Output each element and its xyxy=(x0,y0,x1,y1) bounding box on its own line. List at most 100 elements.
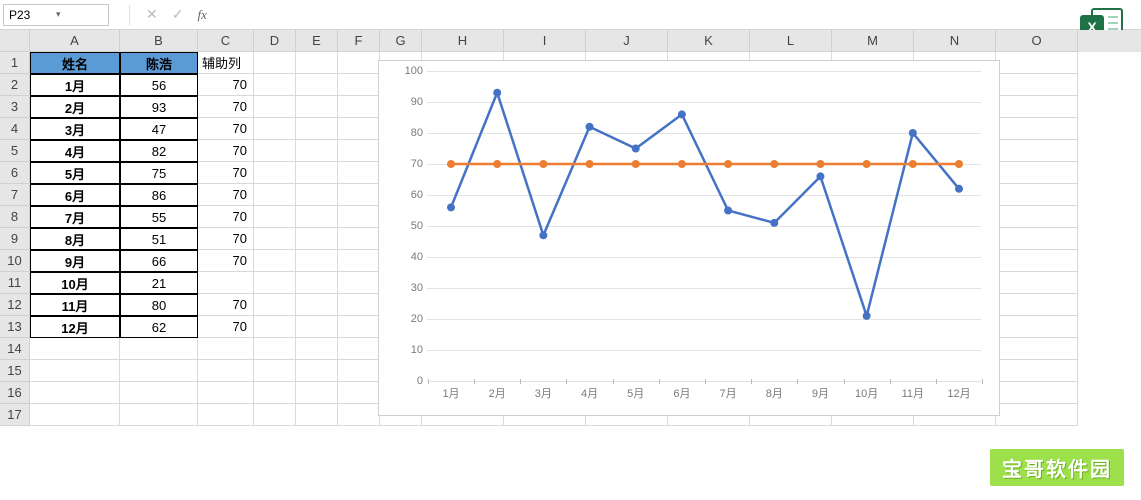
col-header[interactable]: O xyxy=(996,30,1078,52)
cell[interactable] xyxy=(338,162,380,184)
row-header[interactable]: 13 xyxy=(0,316,30,338)
cell[interactable] xyxy=(254,294,296,316)
cell[interactable]: 70 xyxy=(198,96,254,118)
cell[interactable]: 55 xyxy=(120,206,198,228)
cell[interactable] xyxy=(254,382,296,404)
cell[interactable] xyxy=(996,96,1078,118)
line-chart[interactable]: 01020304050607080901001月2月3月4月5月6月7月8月9月… xyxy=(378,60,1000,416)
cell[interactable] xyxy=(254,74,296,96)
cell[interactable] xyxy=(296,118,338,140)
cell[interactable] xyxy=(120,338,198,360)
cell[interactable]: 5月 xyxy=(30,162,120,184)
cell[interactable] xyxy=(338,404,380,426)
col-header[interactable]: H xyxy=(422,30,504,52)
cell[interactable] xyxy=(996,118,1078,140)
cell[interactable] xyxy=(338,74,380,96)
cell[interactable] xyxy=(30,382,120,404)
cell[interactable] xyxy=(30,404,120,426)
col-header[interactable]: E xyxy=(296,30,338,52)
cell[interactable]: 70 xyxy=(198,162,254,184)
cell[interactable]: 辅助列 xyxy=(198,52,254,74)
row-header[interactable]: 9 xyxy=(0,228,30,250)
cell[interactable] xyxy=(296,162,338,184)
cell[interactable] xyxy=(296,74,338,96)
name-box[interactable]: P23 ▾ xyxy=(3,4,109,26)
cell[interactable]: 70 xyxy=(198,118,254,140)
cell[interactable]: 70 xyxy=(198,316,254,338)
cell[interactable]: 6月 xyxy=(30,184,120,206)
cell[interactable] xyxy=(338,228,380,250)
cell[interactable] xyxy=(296,294,338,316)
cell[interactable] xyxy=(254,338,296,360)
cell[interactable] xyxy=(338,382,380,404)
cell[interactable] xyxy=(30,360,120,382)
cell[interactable]: 86 xyxy=(120,184,198,206)
cell[interactable]: 9月 xyxy=(30,250,120,272)
cell[interactable] xyxy=(254,52,296,74)
row-header[interactable]: 7 xyxy=(0,184,30,206)
cell[interactable]: 70 xyxy=(198,250,254,272)
col-header[interactable]: A xyxy=(30,30,120,52)
cell[interactable] xyxy=(296,52,338,74)
row-header[interactable]: 4 xyxy=(0,118,30,140)
cell[interactable]: 70 xyxy=(198,140,254,162)
cell[interactable] xyxy=(338,118,380,140)
col-header[interactable]: D xyxy=(254,30,296,52)
cell[interactable] xyxy=(996,272,1078,294)
cell[interactable] xyxy=(296,404,338,426)
cell[interactable] xyxy=(120,360,198,382)
row-header[interactable]: 12 xyxy=(0,294,30,316)
cell[interactable] xyxy=(254,272,296,294)
cell[interactable]: 70 xyxy=(198,294,254,316)
cell[interactable] xyxy=(296,316,338,338)
col-header[interactable]: B xyxy=(120,30,198,52)
row-header[interactable]: 2 xyxy=(0,74,30,96)
cell[interactable]: 10月 xyxy=(30,272,120,294)
cell[interactable]: 4月 xyxy=(30,140,120,162)
cell[interactable]: 93 xyxy=(120,96,198,118)
row-header[interactable]: 5 xyxy=(0,140,30,162)
cell[interactable]: 56 xyxy=(120,74,198,96)
cell[interactable] xyxy=(296,96,338,118)
row-header[interactable]: 15 xyxy=(0,360,30,382)
cell[interactable] xyxy=(338,360,380,382)
cell[interactable] xyxy=(254,316,296,338)
cell[interactable] xyxy=(996,228,1078,250)
row-header[interactable]: 10 xyxy=(0,250,30,272)
cell[interactable] xyxy=(996,382,1078,404)
cell[interactable]: 21 xyxy=(120,272,198,294)
cell[interactable] xyxy=(996,184,1078,206)
cell[interactable] xyxy=(296,272,338,294)
cell[interactable] xyxy=(120,382,198,404)
cell[interactable]: 1月 xyxy=(30,74,120,96)
cell[interactable]: 70 xyxy=(198,228,254,250)
cell[interactable] xyxy=(996,206,1078,228)
cell[interactable] xyxy=(296,228,338,250)
chevron-down-icon[interactable]: ▾ xyxy=(56,9,103,20)
cell[interactable]: 2月 xyxy=(30,96,120,118)
row-header[interactable]: 14 xyxy=(0,338,30,360)
row-header[interactable]: 1 xyxy=(0,52,30,74)
cell[interactable]: 姓名 xyxy=(30,52,120,74)
cell[interactable] xyxy=(338,250,380,272)
col-header[interactable]: G xyxy=(380,30,422,52)
row-header[interactable]: 16 xyxy=(0,382,30,404)
cell[interactable] xyxy=(996,52,1078,74)
cell[interactable]: 62 xyxy=(120,316,198,338)
cell[interactable] xyxy=(254,360,296,382)
row-header[interactable]: 17 xyxy=(0,404,30,426)
cell[interactable] xyxy=(254,206,296,228)
cell[interactable] xyxy=(338,316,380,338)
cell[interactable] xyxy=(338,52,380,74)
cell[interactable]: 66 xyxy=(120,250,198,272)
cell[interactable] xyxy=(120,404,198,426)
cell[interactable] xyxy=(254,228,296,250)
col-header[interactable]: F xyxy=(338,30,380,52)
cell[interactable] xyxy=(338,184,380,206)
cell[interactable] xyxy=(296,206,338,228)
cell[interactable] xyxy=(996,338,1078,360)
cell[interactable] xyxy=(338,140,380,162)
cell[interactable] xyxy=(254,404,296,426)
cell[interactable] xyxy=(254,250,296,272)
cell[interactable]: 8月 xyxy=(30,228,120,250)
